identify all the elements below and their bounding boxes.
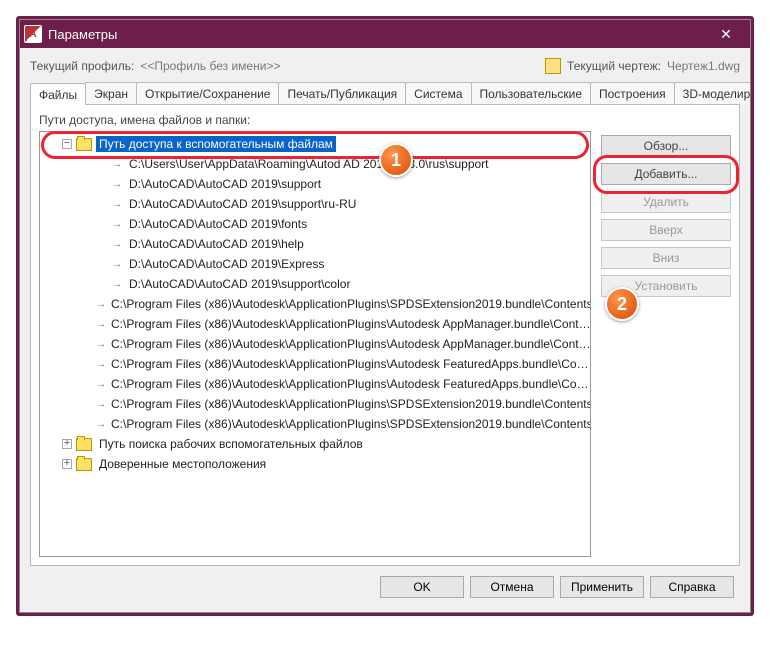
- tree-node-label: Путь доступа к вспомогательным файлам: [96, 136, 336, 152]
- help-button[interactable]: Справка: [650, 576, 734, 598]
- tabs: Файлы Экран Открытие/Сохранение Печать/П…: [30, 82, 740, 105]
- drawing-icon: [545, 58, 561, 74]
- tree-path-item[interactable]: →C:\Program Files (x86)\Autodesk\Applica…: [40, 374, 590, 394]
- tab-drafting[interactable]: Построения: [590, 82, 675, 104]
- current-drawing-value: Чертеж1.dwg: [667, 59, 740, 73]
- tree-path-item[interactable]: →C:\Program Files (x86)\Autodesk\Applica…: [40, 294, 590, 314]
- callout-2: 2: [605, 287, 639, 321]
- tree-path-item[interactable]: →C:\Program Files (x86)\Autodesk\Applica…: [40, 354, 590, 374]
- arrow-icon: →: [96, 377, 106, 391]
- tab-files[interactable]: Файлы: [30, 83, 86, 105]
- tab-user[interactable]: Пользовательские: [471, 82, 592, 104]
- tree-node-label: Путь поиска рабочих вспомогательных файл…: [96, 436, 366, 452]
- expand-icon[interactable]: +: [62, 459, 72, 469]
- section-label: Пути доступа, имена файлов и папки:: [39, 113, 731, 127]
- tree-node-support-paths[interactable]: − Путь доступа к вспомогательным файлам: [40, 134, 590, 154]
- app-icon: A: [24, 25, 42, 43]
- delete-button: Удалить: [601, 191, 731, 213]
- folder-icon: [76, 458, 92, 471]
- add-button[interactable]: Добавить...: [601, 163, 731, 185]
- arrow-icon: →: [96, 297, 106, 311]
- tree-path-item[interactable]: →D:\AutoCAD\AutoCAD 2019\support\ru-RU: [40, 194, 590, 214]
- close-icon[interactable]: ✕: [706, 23, 746, 45]
- window-title: Параметры: [48, 27, 706, 42]
- collapse-icon[interactable]: −: [62, 139, 72, 149]
- arrow-icon: →: [110, 157, 124, 171]
- tree-path-item[interactable]: →D:\AutoCAD\AutoCAD 2019\Express: [40, 254, 590, 274]
- tree-node-trusted[interactable]: + Доверенные местоположения: [40, 454, 590, 474]
- tree-path-item[interactable]: →C:\Users\User\AppData\Roaming\Autod AD …: [40, 154, 590, 174]
- tree-path-item[interactable]: →D:\AutoCAD\AutoCAD 2019\support: [40, 174, 590, 194]
- callout-1: 1: [379, 143, 413, 177]
- dialog-buttons: OK Отмена Применить Справка: [30, 566, 740, 602]
- tab-3d[interactable]: 3D-моделирова: [674, 82, 750, 104]
- titlebar: A Параметры ✕: [20, 20, 750, 48]
- tab-page-files: Пути доступа, имена файлов и папки: − Пу…: [30, 105, 740, 566]
- apply-button[interactable]: Применить: [560, 576, 644, 598]
- tree-node-label: Доверенные местоположения: [96, 456, 269, 472]
- cancel-button[interactable]: Отмена: [470, 576, 554, 598]
- current-profile-label: Текущий профиль:: [30, 59, 134, 73]
- tab-print[interactable]: Печать/Публикация: [278, 82, 406, 104]
- arrow-icon: →: [96, 397, 106, 411]
- tree-path-item[interactable]: →D:\AutoCAD\AutoCAD 2019\fonts: [40, 214, 590, 234]
- tree-path-item[interactable]: →D:\AutoCAD\AutoCAD 2019\support\color: [40, 274, 590, 294]
- ok-button[interactable]: OK: [380, 576, 464, 598]
- arrow-icon: →: [96, 417, 106, 431]
- arrow-icon: →: [110, 257, 124, 271]
- tree-path-item[interactable]: →C:\Program Files (x86)\Autodesk\Applica…: [40, 314, 590, 334]
- browse-button[interactable]: Обзор...: [601, 135, 731, 157]
- tab-system[interactable]: Система: [405, 82, 471, 104]
- current-drawing-label: Текущий чертеж:: [567, 59, 661, 73]
- tree-path-item[interactable]: →C:\Program Files (x86)\Autodesk\Applica…: [40, 334, 590, 354]
- arrow-icon: →: [110, 277, 124, 291]
- current-profile-value: <<Профиль без имени>>: [140, 59, 280, 73]
- tab-open-save[interactable]: Открытие/Сохранение: [136, 82, 279, 104]
- profile-row: Текущий профиль: <<Профиль без имени>> Т…: [30, 54, 740, 82]
- arrow-icon: →: [96, 357, 106, 371]
- paths-tree[interactable]: − Путь доступа к вспомогательным файлам …: [39, 131, 591, 557]
- arrow-icon: →: [110, 217, 124, 231]
- move-up-button: Вверх: [601, 219, 731, 241]
- tree-path-item[interactable]: →C:\Program Files (x86)\Autodesk\Applica…: [40, 414, 590, 434]
- folder-icon: [76, 138, 92, 151]
- arrow-icon: →: [110, 197, 124, 211]
- arrow-icon: →: [96, 337, 106, 351]
- move-down-button: Вниз: [601, 247, 731, 269]
- arrow-icon: →: [96, 317, 106, 331]
- side-buttons: Обзор... Добавить... Удалить Вверх Вниз …: [601, 131, 731, 557]
- folder-icon: [76, 438, 92, 451]
- expand-icon[interactable]: +: [62, 439, 72, 449]
- arrow-icon: →: [110, 237, 124, 251]
- tab-screen[interactable]: Экран: [85, 82, 137, 104]
- tree-path-item[interactable]: →D:\AutoCAD\AutoCAD 2019\help: [40, 234, 590, 254]
- tree-path-item[interactable]: →C:\Program Files (x86)\Autodesk\Applica…: [40, 394, 590, 414]
- arrow-icon: →: [110, 177, 124, 191]
- tree-node-working-paths[interactable]: + Путь поиска рабочих вспомогательных фа…: [40, 434, 590, 454]
